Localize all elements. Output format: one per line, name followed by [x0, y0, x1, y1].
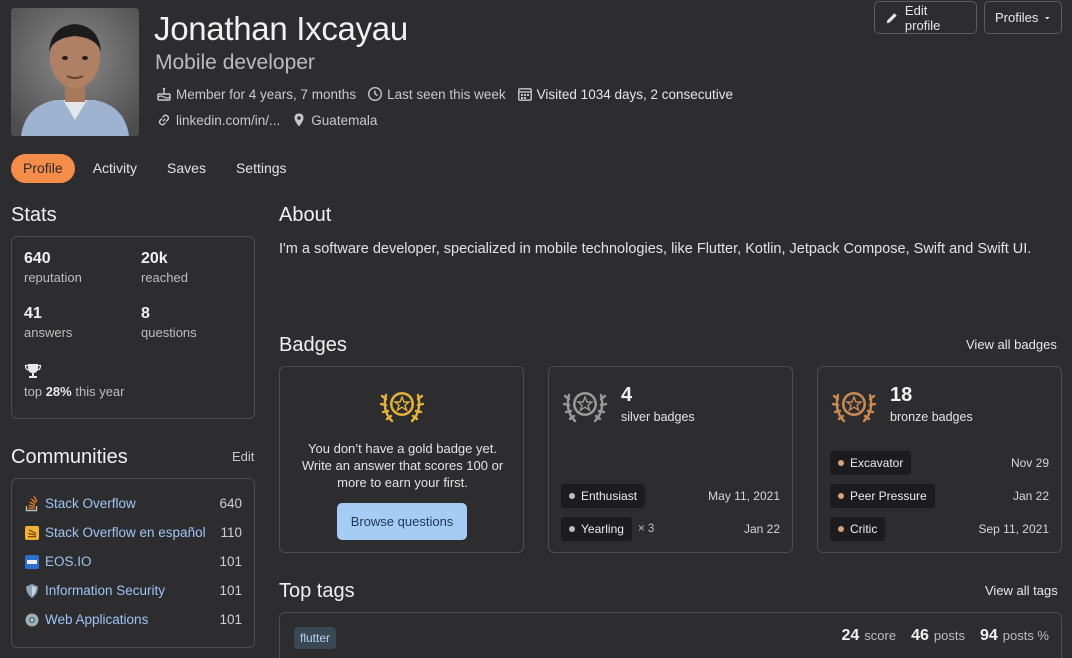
pencil-icon	[886, 12, 897, 23]
badge-row: Peer Pressure Jan 22	[830, 484, 1049, 508]
communities-card: Stack Overflow 640 Stack Overflow en esp…	[11, 478, 255, 648]
community-row[interactable]: Stack Overflow 640	[24, 489, 242, 518]
stackoverflow-es-icon	[24, 525, 40, 541]
stat-answers: 41 answers	[24, 305, 73, 340]
top-tags-heading: Top tags	[279, 580, 355, 602]
last-seen: Last seen this week	[367, 86, 506, 102]
gold-badge-message: You don’t have a gold badge yet. Write a…	[301, 441, 504, 490]
avatar	[11, 8, 139, 136]
location: Guatemala	[291, 112, 377, 128]
bronze-badge-laurel-icon	[831, 392, 877, 423]
silver-badges-card: 4 silver badges Enthusiast May 11, 2021 …	[548, 366, 793, 553]
bronze-dot-icon	[838, 526, 844, 532]
view-all-badges-link[interactable]: View all badges	[966, 337, 1057, 352]
silver-dot-icon	[569, 493, 575, 499]
community-row[interactable]: Stack Overflow en español 110	[24, 518, 242, 547]
cake-icon	[157, 87, 171, 101]
badge-pill-yearling[interactable]: Yearling	[561, 517, 632, 541]
profiles-dropdown-button[interactable]: Profiles	[984, 1, 1062, 34]
stat-reputation: 640 reputation	[24, 250, 82, 285]
calendar-icon	[517, 88, 532, 101]
bronze-dot-icon	[838, 460, 844, 466]
bronze-badge-count: 18	[890, 384, 913, 406]
badge-row: Critic Sep 11, 2021	[830, 517, 1049, 541]
webapps-icon	[24, 612, 40, 628]
badge-row: Yearling × 3 Jan 22	[561, 517, 780, 541]
communities-edit-link[interactable]: Edit	[232, 449, 254, 464]
bronze-dot-icon	[838, 493, 844, 499]
profile-title: Mobile developer	[155, 51, 315, 74]
tag-flutter[interactable]: flutter	[294, 627, 337, 649]
tab-settings[interactable]: Settings	[224, 154, 299, 183]
tab-profile[interactable]: Profile	[11, 154, 75, 183]
profile-name: Jonathan Ixcayau	[154, 10, 408, 47]
avatar-image	[11, 8, 139, 136]
tab-activity[interactable]: Activity	[81, 154, 149, 183]
view-all-tags-link[interactable]: View all tags	[985, 583, 1058, 598]
clock-icon	[368, 86, 383, 102]
silver-badge-laurel-icon	[562, 392, 608, 423]
silver-badge-label: silver badges	[621, 410, 695, 424]
security-shield-icon	[24, 583, 40, 599]
trophy-icon	[24, 364, 42, 378]
top-tags-card: flutter 24 score 46 posts 94 posts %	[279, 612, 1062, 658]
stats-card: 640 reputation 20k reached 41 answers 8 …	[11, 236, 255, 419]
silver-dot-icon	[569, 526, 575, 532]
badge-pill-enthusiast[interactable]: Enthusiast	[561, 484, 646, 508]
badge-row: Enthusiast May 11, 2021	[561, 484, 780, 508]
stat-questions: 8 questions	[141, 305, 197, 340]
member-for: Member for 4 years, 7 months	[156, 86, 356, 102]
communities-heading: Communities	[11, 446, 128, 468]
stats-heading: Stats	[11, 204, 57, 226]
badge-multiplier: × 3	[637, 523, 655, 535]
community-row[interactable]: EOS.IO 101	[24, 547, 242, 576]
badges-heading: Badges	[279, 334, 347, 356]
eos-icon	[24, 554, 40, 570]
gold-badge-laurel-icon	[379, 392, 425, 423]
location-pin-icon	[294, 113, 304, 127]
stackoverflow-icon	[24, 495, 40, 512]
stat-reached: 20k reached	[141, 250, 188, 285]
about-heading: About	[279, 204, 332, 226]
community-row[interactable]: Web Applications 101	[24, 605, 242, 634]
profile-nav-tabs: Profile Activity Saves Settings	[11, 154, 299, 183]
website-link[interactable]: linkedin.com/in/...	[156, 112, 280, 128]
bronze-badge-label: bronze badges	[890, 410, 973, 424]
stat-top-percent: top 28% this year	[24, 363, 125, 399]
profile-meta-row: Member for 4 years, 7 months Last seen t…	[156, 86, 738, 102]
browse-questions-button[interactable]: Browse questions	[337, 503, 467, 540]
badge-pill-excavator[interactable]: Excavator	[830, 451, 912, 475]
caret-down-icon	[1045, 16, 1051, 19]
link-icon	[158, 114, 170, 126]
bronze-badges-card: 18 bronze badges Excavator Nov 29 Peer P…	[817, 366, 1062, 553]
badge-row: Excavator Nov 29	[830, 451, 1049, 475]
silver-badge-count: 4	[621, 384, 633, 406]
community-row[interactable]: Information Security 101	[24, 576, 242, 605]
profile-links-row: linkedin.com/in/... Guatemala	[156, 112, 382, 128]
visited-days: Visited 1034 days, 2 consecutive	[517, 86, 733, 102]
badge-pill-peer-pressure[interactable]: Peer Pressure	[830, 484, 935, 508]
gold-badges-card: You don’t have a gold badge yet. Write a…	[279, 366, 524, 553]
tag-stats: 24 score 46 posts 94 posts %	[841, 627, 1049, 644]
about-text: I'm a software developer, specialized in…	[279, 241, 1032, 257]
tab-saves[interactable]: Saves	[155, 154, 218, 183]
badge-pill-critic[interactable]: Critic	[830, 517, 886, 541]
edit-profile-button[interactable]: Edit profile	[874, 1, 977, 34]
